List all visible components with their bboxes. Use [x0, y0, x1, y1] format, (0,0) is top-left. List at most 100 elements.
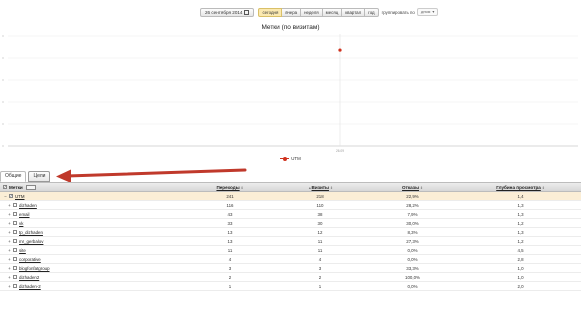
header-c1-cell[interactable]: Переходы⇕	[185, 185, 275, 190]
sort-icon: ⇕	[541, 185, 545, 190]
cell-visits: 1	[318, 283, 322, 289]
table-row[interactable]: + dizhaden2 2 2 100,0% 1,0	[0, 273, 581, 282]
header-name[interactable]: Метки	[9, 185, 23, 190]
cell-depth: 1,2	[517, 238, 524, 244]
cell-clicks: 1	[228, 283, 232, 289]
cell-clicks: 11	[227, 247, 233, 253]
row-name[interactable]: vk	[19, 221, 23, 226]
cell-depth: 1,0	[517, 265, 524, 271]
table-row[interactable]: + email 43 38 7,9% 1,3	[0, 210, 581, 219]
row-name[interactable]: tp_dizhaden	[19, 230, 43, 235]
row-checkbox[interactable]	[13, 266, 17, 270]
row-checkbox[interactable]	[13, 230, 17, 234]
cell-depth: 2,8	[517, 256, 524, 262]
cell-bounces: 0,0%	[407, 247, 418, 253]
header-name-cell: Метки	[0, 184, 185, 190]
cell-clicks: 2	[228, 274, 232, 280]
cell-depth: 1,2	[517, 220, 524, 226]
cell-visits: 11	[317, 247, 323, 253]
row-name[interactable]: blogfonfatgroup	[19, 266, 50, 271]
sort-icon: ⇕	[240, 185, 244, 190]
name-cell: + dizhaden	[0, 203, 185, 208]
row-name[interactable]: email	[19, 212, 30, 217]
table-row[interactable]: + vk 33 30 30,0% 1,2	[0, 219, 581, 228]
name-cell: + site	[0, 248, 185, 253]
cell-bounces: 28,2%	[406, 202, 419, 208]
expand-icon[interactable]: +	[3, 275, 12, 280]
table-row[interactable]: + site 11 11 0,0% 4,5	[0, 246, 581, 255]
header-clicks[interactable]: Переходы	[216, 185, 239, 190]
cell-visits: 218	[316, 193, 324, 199]
row-checkbox[interactable]	[13, 239, 17, 243]
row-name[interactable]: site	[19, 248, 26, 253]
row-checkbox[interactable]	[13, 203, 17, 207]
name-cell: + dizhaden-2	[0, 284, 185, 289]
cell-depth: 1,3	[517, 211, 524, 217]
name-cell: + dizhaden2	[0, 275, 185, 280]
row-name[interactable]: dizhaden	[19, 203, 37, 208]
header-c3-cell[interactable]: Отказы⇕	[365, 185, 460, 190]
cell-bounces: 7,9%	[407, 211, 418, 217]
row-name[interactable]: mr_gerbalov	[19, 239, 43, 244]
cell-depth: 1,3	[517, 202, 524, 208]
table-row[interactable]: + tp_dizhaden 13 12 8,3% 1,3	[0, 228, 581, 237]
table-row[interactable]: + dizhaden 116 110 28,2% 1,3	[0, 201, 581, 210]
name-cell: + blogfonfatgroup	[0, 266, 185, 271]
header-visits[interactable]: Визиты	[312, 185, 329, 190]
cell-bounces: 100,0%	[405, 274, 420, 280]
cell-visits: 3	[318, 265, 322, 271]
row-name[interactable]: dizhaden2	[19, 275, 39, 280]
cell-depth: 1,4	[517, 193, 524, 199]
cell-clicks: 13	[227, 229, 233, 235]
cell-visits: 11	[317, 238, 323, 244]
cell-visits: 30	[317, 220, 323, 226]
cell-bounces: 22,9%	[406, 193, 419, 199]
expand-icon[interactable]: +	[3, 203, 12, 208]
row-checkbox[interactable]	[13, 275, 17, 279]
expand-icon[interactable]: +	[3, 212, 12, 217]
expand-icon[interactable]: +	[3, 284, 12, 289]
select-all-checkbox[interactable]	[3, 184, 7, 189]
cell-visits: 12	[317, 229, 323, 235]
collapse-icon[interactable]: −	[3, 194, 8, 199]
name-cell: + email	[0, 212, 185, 217]
name-cell: − UTM	[0, 193, 185, 199]
row-checkbox[interactable]	[13, 257, 17, 261]
header-c2-cell[interactable]: ▲Визиты⇕	[275, 185, 365, 190]
row-checkbox[interactable]	[9, 193, 13, 198]
expand-icon[interactable]: +	[3, 230, 12, 235]
row-checkbox[interactable]	[13, 221, 17, 225]
expand-icon[interactable]: +	[3, 239, 12, 244]
row-name[interactable]: dizhaden-2	[19, 284, 41, 289]
header-bounces[interactable]: Отказы	[402, 185, 419, 190]
expand-icon[interactable]: +	[3, 257, 12, 262]
cell-depth: 4,5	[517, 247, 524, 253]
expand-icon[interactable]: +	[3, 248, 12, 253]
columns-settings-icon[interactable]	[25, 184, 36, 190]
row-name[interactable]: UTM	[15, 194, 25, 199]
cell-visits: 4	[318, 256, 322, 262]
table-row[interactable]: + mr_gerbalov 13 11 27,3% 1,2	[0, 237, 581, 246]
table-row[interactable]: + dizhaden-2 1 1 0,0% 2,0	[0, 282, 581, 291]
row-name[interactable]: corporative	[19, 257, 41, 262]
row-checkbox[interactable]	[13, 212, 17, 216]
expand-icon[interactable]: +	[3, 221, 12, 226]
table-header: Метки Переходы⇕ ▲Визиты⇕ Отказы⇕ Глубина…	[0, 182, 581, 192]
cell-visits: 38	[317, 211, 323, 217]
cell-clicks: 13	[227, 238, 233, 244]
table-row-total[interactable]: − UTM 241 218 22,9% 1,4	[0, 192, 581, 201]
cell-clicks: 43	[227, 211, 233, 217]
cell-visits: 110	[316, 202, 324, 208]
table-row[interactable]: + corporative 4 4 0,0% 2,8	[0, 255, 581, 264]
header-depth[interactable]: Глубина просмотра	[496, 185, 541, 190]
name-cell: + mr_gerbalov	[0, 239, 185, 244]
expand-icon[interactable]: +	[3, 266, 12, 271]
metrics-table: Метки Переходы⇕ ▲Визиты⇕ Отказы⇕ Глубина…	[0, 182, 581, 291]
cell-bounces: 30,0%	[406, 220, 419, 226]
row-checkbox[interactable]	[13, 284, 17, 288]
table-row[interactable]: + blogfonfatgroup 3 3 33,3% 1,0	[0, 264, 581, 273]
row-checkbox[interactable]	[13, 248, 17, 252]
header-c4-cell[interactable]: Глубина просмотра⇕	[460, 185, 581, 190]
cell-clicks: 3	[228, 265, 232, 271]
cell-clicks: 33	[227, 220, 233, 226]
